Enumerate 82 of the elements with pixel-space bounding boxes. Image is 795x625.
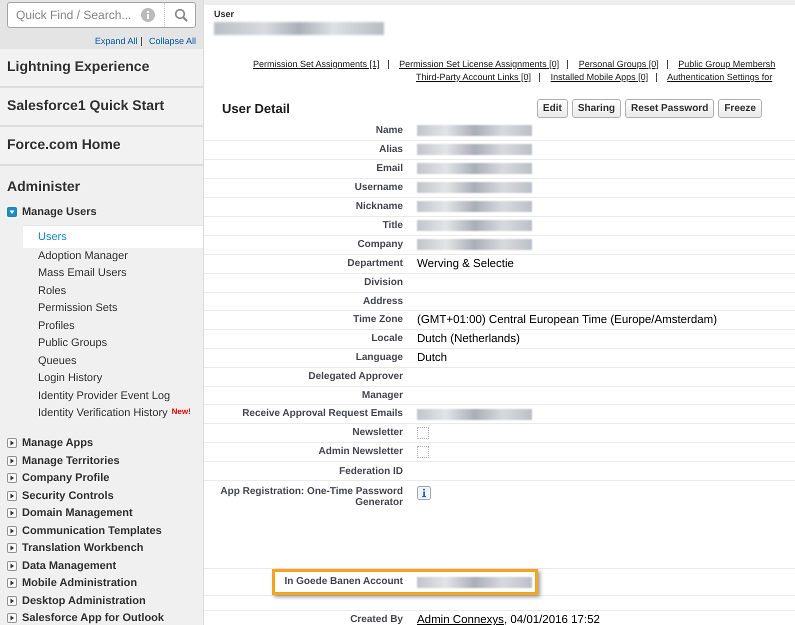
field-label: Time Zone — [352, 314, 404, 326]
sidebar-group[interactable]: Manage Apps — [22, 437, 94, 450]
related-list-link[interactable]: Personal Groups [0] — [578, 59, 659, 69]
field-label: Federation ID — [338, 466, 404, 477]
field-label: Company — [356, 239, 404, 250]
field-value: (GMT+01:00) Central European Time (Europe/Amsterdam) — [417, 314, 718, 326]
expand-icon[interactable] — [7, 578, 17, 588]
expand-collapse-link[interactable]: Collapse All — [148, 36, 196, 46]
field-label: Language — [354, 352, 404, 364]
info-icon — [141, 8, 155, 22]
field-label: Name — [374, 125, 404, 136]
expand-icon[interactable] — [7, 613, 17, 624]
search-icon[interactable] — [174, 8, 188, 22]
sidebar-group[interactable]: Salesforce App for Outlook — [22, 612, 164, 624]
field-label: Created By — [349, 614, 404, 625]
expand-icon[interactable] — [7, 456, 17, 466]
field-label: Title — [382, 220, 404, 231]
action-button[interactable]: Edit — [536, 99, 568, 118]
expand-icon[interactable] — [7, 560, 17, 571]
sidebar-item[interactable]: Users — [38, 230, 67, 243]
field-label: Alias — [378, 144, 404, 155]
sidebar-heading: Administer — [7, 178, 82, 194]
sidebar-group[interactable]: Desktop Administration — [22, 594, 146, 607]
sidebar-item[interactable]: Adoption Manager — [38, 250, 128, 262]
field-value: Dutch (Netherlands) — [417, 333, 520, 346]
expand-icon[interactable] — [7, 526, 17, 536]
expand-icon[interactable] — [7, 508, 17, 518]
related-list-link[interactable]: Installed Mobile Apps [0] — [550, 72, 648, 82]
new-label: New! — [172, 407, 191, 416]
expand-collapse-link[interactable]: Expand All — [94, 36, 138, 46]
sidebar-group[interactable]: Company Profile — [22, 472, 110, 484]
related-list-link[interactable]: Authentication Settings for — [667, 72, 772, 82]
collapse-icon[interactable] — [7, 206, 17, 217]
expand-icon[interactable] — [7, 438, 17, 448]
sidebar-group[interactable]: Security Controls — [22, 490, 114, 502]
related-list-link[interactable]: Public Group Membersh — [678, 59, 776, 69]
field-label: Email — [375, 163, 404, 174]
expand-icon[interactable] — [7, 473, 17, 484]
field-label: Username — [354, 182, 404, 193]
related-list-link[interactable]: Permission Set Assignments [1] — [253, 59, 380, 69]
sidebar-group[interactable]: Manage Territories — [22, 454, 120, 467]
field-label: Address — [362, 296, 404, 307]
quick-find-field[interactable]: Quick Find / Search... — [7, 2, 196, 28]
sidebar-item[interactable]: Identity Verification History — [38, 407, 168, 420]
expand-icon[interactable] — [7, 543, 17, 554]
sidebar-item[interactable]: Identity Provider Event Log — [38, 390, 170, 402]
sidebar-item[interactable]: Mass Email Users — [38, 267, 127, 280]
field-label: Manager — [360, 390, 404, 402]
field-value: Werving & Selectie — [417, 258, 514, 270]
field-label: Newsletter — [351, 427, 404, 438]
section-title: User Detail — [222, 101, 290, 116]
field-label: Nickname — [354, 201, 404, 212]
sidebar-group[interactable]: Translation Workbench — [22, 542, 144, 554]
sidebar-item[interactable]: Profiles — [38, 320, 75, 332]
info-icon[interactable] — [417, 486, 431, 500]
action-button[interactable]: Sharing — [572, 99, 622, 118]
field-label: Receive Approval Request Emails — [241, 408, 404, 420]
field-label: In Goede Banen Account — [283, 576, 404, 588]
sidebar-group[interactable]: Mobile Administration — [22, 577, 138, 590]
expand-icon[interactable] — [7, 596, 17, 606]
action-button[interactable]: Freeze — [718, 99, 762, 118]
sidebar-group[interactable]: Manage Users — [22, 206, 97, 218]
sidebar-group[interactable]: Data Management — [22, 560, 116, 572]
field-label: App Registration: One-Time Password Generator — [219, 486, 404, 508]
expand-icon[interactable] — [7, 490, 17, 501]
sidebar-group[interactable]: Communication Templates — [22, 524, 162, 537]
sidebar-item[interactable]: Roles — [38, 284, 66, 297]
related-list-link[interactable]: Third-Party Account Links [0] — [416, 72, 532, 82]
field-label: Delegated Approver — [307, 371, 404, 382]
field-label: Department — [346, 258, 404, 269]
page-type-label: User — [214, 9, 236, 19]
sidebar-item[interactable]: Login History — [38, 372, 102, 384]
field-label: Admin Newsletter — [318, 446, 404, 458]
field-value: Dutch — [417, 352, 448, 364]
related-list-link[interactable]: Permission Set License Assignments [0] — [399, 59, 560, 69]
sidebar-item[interactable]: Queues — [38, 354, 77, 367]
field-label: Division — [363, 277, 404, 288]
field-label: Locale — [370, 333, 404, 344]
sidebar-group[interactable]: Domain Management — [22, 507, 133, 520]
action-button[interactable]: Reset Password — [625, 99, 714, 118]
sidebar-item[interactable]: Public Groups — [38, 337, 108, 350]
sidebar-item[interactable]: Permission Sets — [38, 302, 118, 314]
